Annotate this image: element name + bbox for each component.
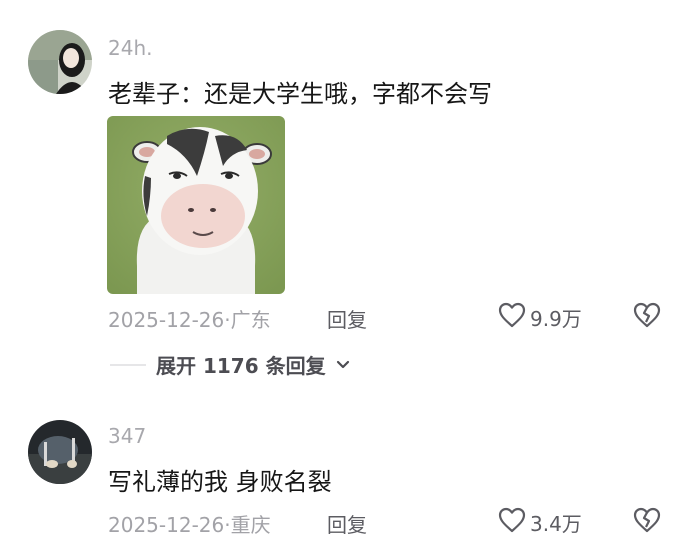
comment-date-location: 2025-12-26·重庆 <box>108 513 271 537</box>
like-count: 3.4万 <box>530 511 582 536</box>
heart-outline-icon <box>498 507 526 537</box>
dislike-button[interactable] <box>633 507 661 537</box>
broken-heart-icon <box>633 507 661 537</box>
avatar[interactable] <box>28 420 92 484</box>
like-button[interactable]: 3.4万 <box>498 507 582 537</box>
comment-text: 写礼薄的我 身败名裂 <box>108 468 332 496</box>
reply-button[interactable]: 回复 <box>327 509 367 538</box>
comment-2: 347 写礼薄的我 身败名裂 2025-12-26·重庆 回复 3.4万 <box>0 0 690 552</box>
username[interactable]: 347 <box>108 424 146 448</box>
